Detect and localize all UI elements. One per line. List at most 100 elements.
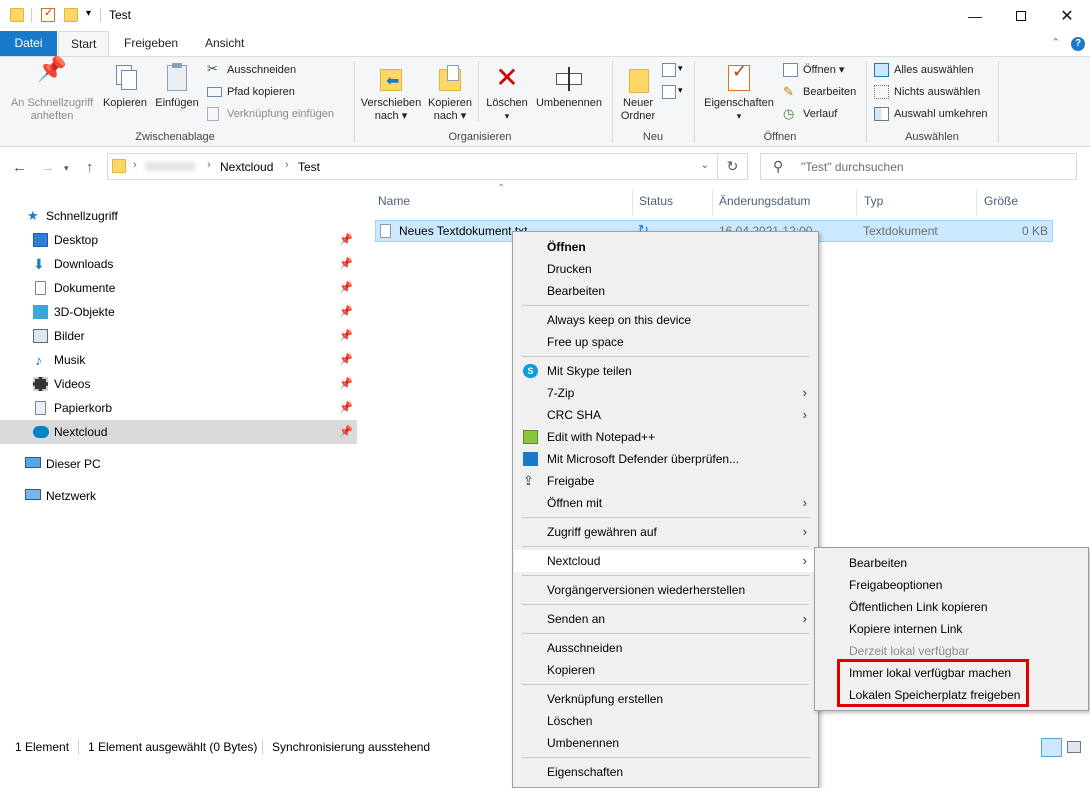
pin-icon[interactable]: 📌 [339, 276, 353, 300]
sidebar-item-3d-objects[interactable]: 3D-Objekte 📌 [0, 300, 357, 324]
forward-arrow-icon[interactable]: → [40, 159, 55, 176]
select-all-button[interactable]: Alles auswählen [874, 61, 974, 79]
new-folder-button[interactable]: Neuer Ordner [616, 61, 660, 123]
menu-item-notepadpp[interactable]: Edit with Notepad++ [514, 426, 817, 448]
sidebar-item-music[interactable]: ♪ Musik 📌 [0, 348, 357, 372]
menu-item-properties[interactable]: Eigenschaften [514, 761, 817, 783]
menu-item-cut[interactable]: Ausschneiden [514, 637, 817, 659]
new-folder-icon[interactable] [64, 8, 78, 22]
copy-to-button[interactable]: Kopieren nach ▾ [425, 61, 475, 123]
new-item-icon[interactable] [662, 63, 676, 77]
pin-icon[interactable]: 📌 [339, 420, 353, 444]
menu-item-7zip[interactable]: 7-Zip › [514, 382, 817, 404]
menu-item-edit[interactable]: Bearbeiten [514, 280, 817, 302]
delete-button[interactable]: ✕ Löschen ▾ [482, 61, 532, 123]
menu-item-skype[interactable]: S Mit Skype teilen [514, 360, 817, 382]
edit-button[interactable]: ✎ Bearbeiten [783, 83, 856, 101]
divider[interactable] [976, 189, 977, 215]
submenu-item-copy-internal-link[interactable]: Kopiere internen Link [816, 618, 1087, 640]
move-to-button[interactable]: ⬅ Verschieben nach ▾ [358, 61, 424, 123]
chevron-down-icon[interactable]: ⌄ [701, 160, 709, 171]
properties-button[interactable]: ✓ Eigenschaften ▾ [700, 61, 778, 123]
submenu-item-copy-public-link[interactable]: Öffentlichen Link kopieren [816, 596, 1087, 618]
pin-icon[interactable]: 📌 [339, 396, 353, 420]
breadcrumb-test[interactable]: Test [298, 160, 320, 174]
column-header-status[interactable]: Status [639, 194, 673, 208]
divider[interactable] [632, 189, 633, 215]
sidebar-item-pictures[interactable]: Bilder 📌 [0, 324, 357, 348]
sidebar-item-recycle-bin[interactable]: Papierkorb 📌 [0, 396, 357, 420]
properties-icon[interactable]: ✓ [41, 7, 55, 22]
paste-shortcut-button[interactable]: Verknüpfung einfügen [207, 105, 334, 123]
select-none-button[interactable]: Nichts auswählen [874, 83, 980, 101]
menu-item-nextcloud[interactable]: Nextcloud › [514, 550, 817, 572]
minimize-button[interactable]: — [952, 0, 998, 31]
pin-quick-access-button[interactable]: 📌 An Schnellzugriff anheften [6, 58, 98, 123]
history-button[interactable]: ◷ Verlauf [783, 105, 837, 123]
sidebar-item-documents[interactable]: Dokumente 📌 [0, 276, 357, 300]
menu-item-delete[interactable]: Löschen [514, 710, 817, 732]
menu-item-free-up-space[interactable]: Free up space [514, 331, 817, 353]
chevron-down-icon[interactable]: ▾ [678, 63, 683, 74]
menu-item-always-keep[interactable]: Always keep on this device [514, 309, 817, 331]
pin-icon[interactable]: 📌 [339, 252, 353, 276]
refresh-button[interactable]: ↻ [718, 153, 748, 180]
submenu-item-edit[interactable]: Bearbeiten [816, 552, 1087, 574]
invert-selection-button[interactable]: Auswahl umkehren [874, 105, 988, 123]
menu-item-share[interactable]: ⇪ Freigabe [514, 470, 817, 492]
pin-icon[interactable]: 📌 [339, 372, 353, 396]
breadcrumb-nextcloud[interactable]: Nextcloud [220, 160, 273, 174]
menu-item-crc-sha[interactable]: CRC SHA › [514, 404, 817, 426]
easy-access-icon[interactable] [662, 85, 676, 99]
close-button[interactable]: ✕ [1044, 0, 1090, 31]
column-header-date[interactable]: Änderungsdatum [719, 194, 810, 208]
menu-item-restore-versions[interactable]: Vorgängerversionen wiederherstellen [514, 579, 817, 601]
chevron-down-icon[interactable]: ▾ [678, 85, 683, 96]
open-button[interactable]: Öffnen ▾ [783, 61, 844, 79]
sidebar-item-this-pc[interactable]: Dieser PC [0, 452, 357, 476]
tab-view[interactable]: Ansicht [193, 31, 256, 56]
sidebar-item-network[interactable]: Netzwerk [0, 484, 357, 508]
cut-button[interactable]: ✂ Ausschneiden [207, 61, 296, 79]
column-header-size[interactable]: Größe [984, 194, 1018, 208]
copy-button[interactable]: Kopieren [100, 61, 150, 110]
maximize-button[interactable] [998, 0, 1044, 31]
column-header-name[interactable]: Name [378, 194, 410, 208]
rename-button[interactable]: Umbenennen [532, 61, 606, 110]
sidebar-item-nextcloud[interactable]: Nextcloud 📌 [0, 420, 357, 444]
sidebar-item-downloads[interactable]: ⬇ Downloads 📌 [0, 252, 357, 276]
tab-share[interactable]: Freigeben [112, 31, 190, 56]
divider[interactable] [712, 189, 713, 215]
paste-button[interactable]: Einfügen [152, 61, 202, 110]
pin-icon[interactable]: 📌 [339, 324, 353, 348]
back-arrow-icon[interactable]: ← [12, 159, 27, 176]
divider[interactable] [856, 189, 857, 215]
menu-item-copy[interactable]: Kopieren [514, 659, 817, 681]
sidebar-item-desktop[interactable]: Desktop 📌 [0, 228, 357, 252]
column-header-type[interactable]: Typ [864, 194, 883, 208]
customize-toolbar-icon[interactable]: ▾ [86, 8, 91, 19]
submenu-item-share-options[interactable]: Freigabeoptionen [816, 574, 1087, 596]
menu-item-print[interactable]: Drucken [514, 258, 817, 280]
chevron-up-icon[interactable]: ⌃ [1051, 36, 1060, 49]
copy-path-button[interactable]: Pfad kopieren [207, 83, 295, 101]
help-icon[interactable]: ? [1071, 37, 1085, 51]
menu-item-defender[interactable]: Mit Microsoft Defender überprüfen... [514, 448, 817, 470]
address-bar[interactable]: › › Nextcloud › Test ⌄ [107, 153, 718, 180]
sidebar-item-quick-access[interactable]: ★ Schnellzugriff [0, 204, 357, 228]
details-view-icon[interactable] [1041, 738, 1062, 757]
menu-item-open-with[interactable]: Öffnen mit › [514, 492, 817, 514]
search-input[interactable]: ⚲ "Test" durchsuchen [760, 153, 1077, 180]
tab-start[interactable]: Start [58, 31, 110, 56]
large-icons-view-icon[interactable] [1067, 741, 1081, 753]
tab-file[interactable]: Datei [0, 31, 57, 56]
up-arrow-icon[interactable]: ↑ [86, 159, 94, 176]
pin-icon[interactable]: 📌 [339, 348, 353, 372]
recent-locations-icon[interactable]: ▾ [64, 163, 69, 174]
menu-item-rename[interactable]: Umbenennen [514, 732, 817, 754]
menu-item-open[interactable]: Öffnen [514, 236, 817, 258]
menu-item-send-to[interactable]: Senden an › [514, 608, 817, 630]
sidebar-item-videos[interactable]: Videos 📌 [0, 372, 357, 396]
menu-item-give-access[interactable]: Zugriff gewähren auf › [514, 521, 817, 543]
menu-item-create-shortcut[interactable]: Verknüpfung erstellen [514, 688, 817, 710]
